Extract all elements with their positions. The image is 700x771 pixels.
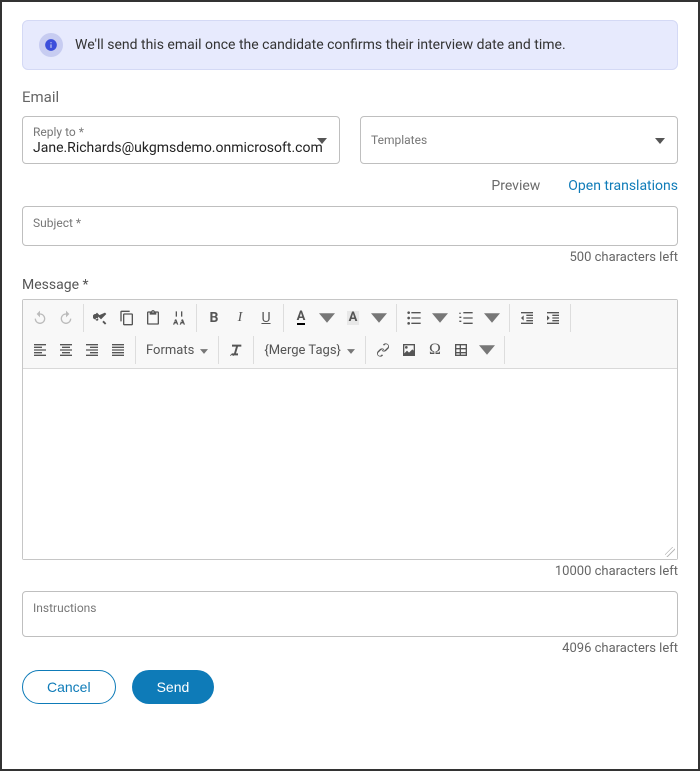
bullet-list-dropdown[interactable] (427, 304, 453, 332)
reply-to-label: Reply to * (33, 125, 329, 139)
merge-tags-label: {Merge Tags} (264, 343, 341, 358)
outdent-button[interactable] (514, 304, 540, 332)
link-button[interactable] (370, 336, 396, 364)
instructions-label: Instructions (33, 601, 96, 615)
table-button[interactable] (448, 336, 474, 364)
italic-button[interactable]: I (227, 304, 253, 332)
number-list-button[interactable] (453, 304, 479, 332)
reply-to-value: Jane.Richards@ukgmsdemo.onmicrosoft.com (33, 140, 329, 156)
indent-button[interactable] (540, 304, 566, 332)
info-icon (39, 33, 63, 57)
email-form-panel: We'll send this email once the candidate… (0, 0, 700, 771)
subject-char-counter: 500 characters left (22, 250, 678, 265)
number-list-dropdown[interactable] (479, 304, 505, 332)
table-dropdown[interactable] (474, 336, 500, 364)
text-color-button[interactable]: A (288, 304, 314, 332)
bold-button[interactable]: B (201, 304, 227, 332)
copy-button[interactable] (114, 304, 140, 332)
cancel-button[interactable]: Cancel (22, 670, 116, 704)
info-banner: We'll send this email once the candidate… (22, 20, 678, 70)
open-translations-link[interactable]: Open translations (568, 178, 678, 194)
redo-button[interactable] (53, 304, 79, 332)
section-title: Email (22, 88, 678, 106)
special-char-button[interactable]: Ω (422, 336, 448, 364)
paste-button[interactable] (140, 304, 166, 332)
message-textarea[interactable] (23, 369, 677, 559)
clear-format-button[interactable] (223, 336, 249, 364)
templates-field[interactable]: Templates (360, 116, 678, 164)
find-replace-button[interactable] (166, 304, 192, 332)
button-row: Cancel Send (22, 670, 678, 704)
instructions-char-counter: 4096 characters left (22, 641, 678, 656)
send-button[interactable]: Send (132, 670, 215, 704)
resize-grip-icon[interactable] (665, 547, 675, 557)
underline-button[interactable]: U (253, 304, 279, 332)
link-row: Preview Open translations (22, 178, 678, 194)
bg-color-button[interactable]: A (340, 304, 366, 332)
formats-dropdown[interactable]: Formats (140, 336, 214, 364)
message-label: Message * (22, 277, 678, 293)
text-color-dropdown[interactable] (314, 304, 340, 332)
chevron-down-icon (345, 343, 355, 358)
bg-color-dropdown[interactable] (366, 304, 392, 332)
rich-text-editor: B I U A A (22, 299, 678, 560)
editor-toolbar: B I U A A (23, 300, 677, 369)
align-justify-button[interactable] (105, 336, 131, 364)
subject-label: Subject * (33, 216, 81, 230)
formats-label: Formats (146, 343, 194, 358)
align-center-button[interactable] (53, 336, 79, 364)
message-char-counter: 10000 characters left (22, 564, 678, 579)
preview-link[interactable]: Preview (491, 178, 540, 194)
templates-label: Templates (371, 133, 667, 147)
bullet-list-button[interactable] (401, 304, 427, 332)
chevron-down-icon (655, 132, 665, 148)
subject-input[interactable]: Subject * (22, 206, 678, 246)
cut-button[interactable] (88, 304, 114, 332)
reply-to-field[interactable]: Reply to * Jane.Richards@ukgmsdemo.onmic… (22, 116, 340, 164)
chevron-down-icon (198, 343, 208, 358)
align-left-button[interactable] (27, 336, 53, 364)
undo-button[interactable] (27, 304, 53, 332)
merge-tags-dropdown[interactable]: {Merge Tags} (258, 336, 361, 364)
info-banner-text: We'll send this email once the candidate… (75, 37, 566, 53)
image-button[interactable] (396, 336, 422, 364)
instructions-input[interactable]: Instructions (22, 591, 678, 637)
chevron-down-icon (317, 132, 327, 148)
align-right-button[interactable] (79, 336, 105, 364)
